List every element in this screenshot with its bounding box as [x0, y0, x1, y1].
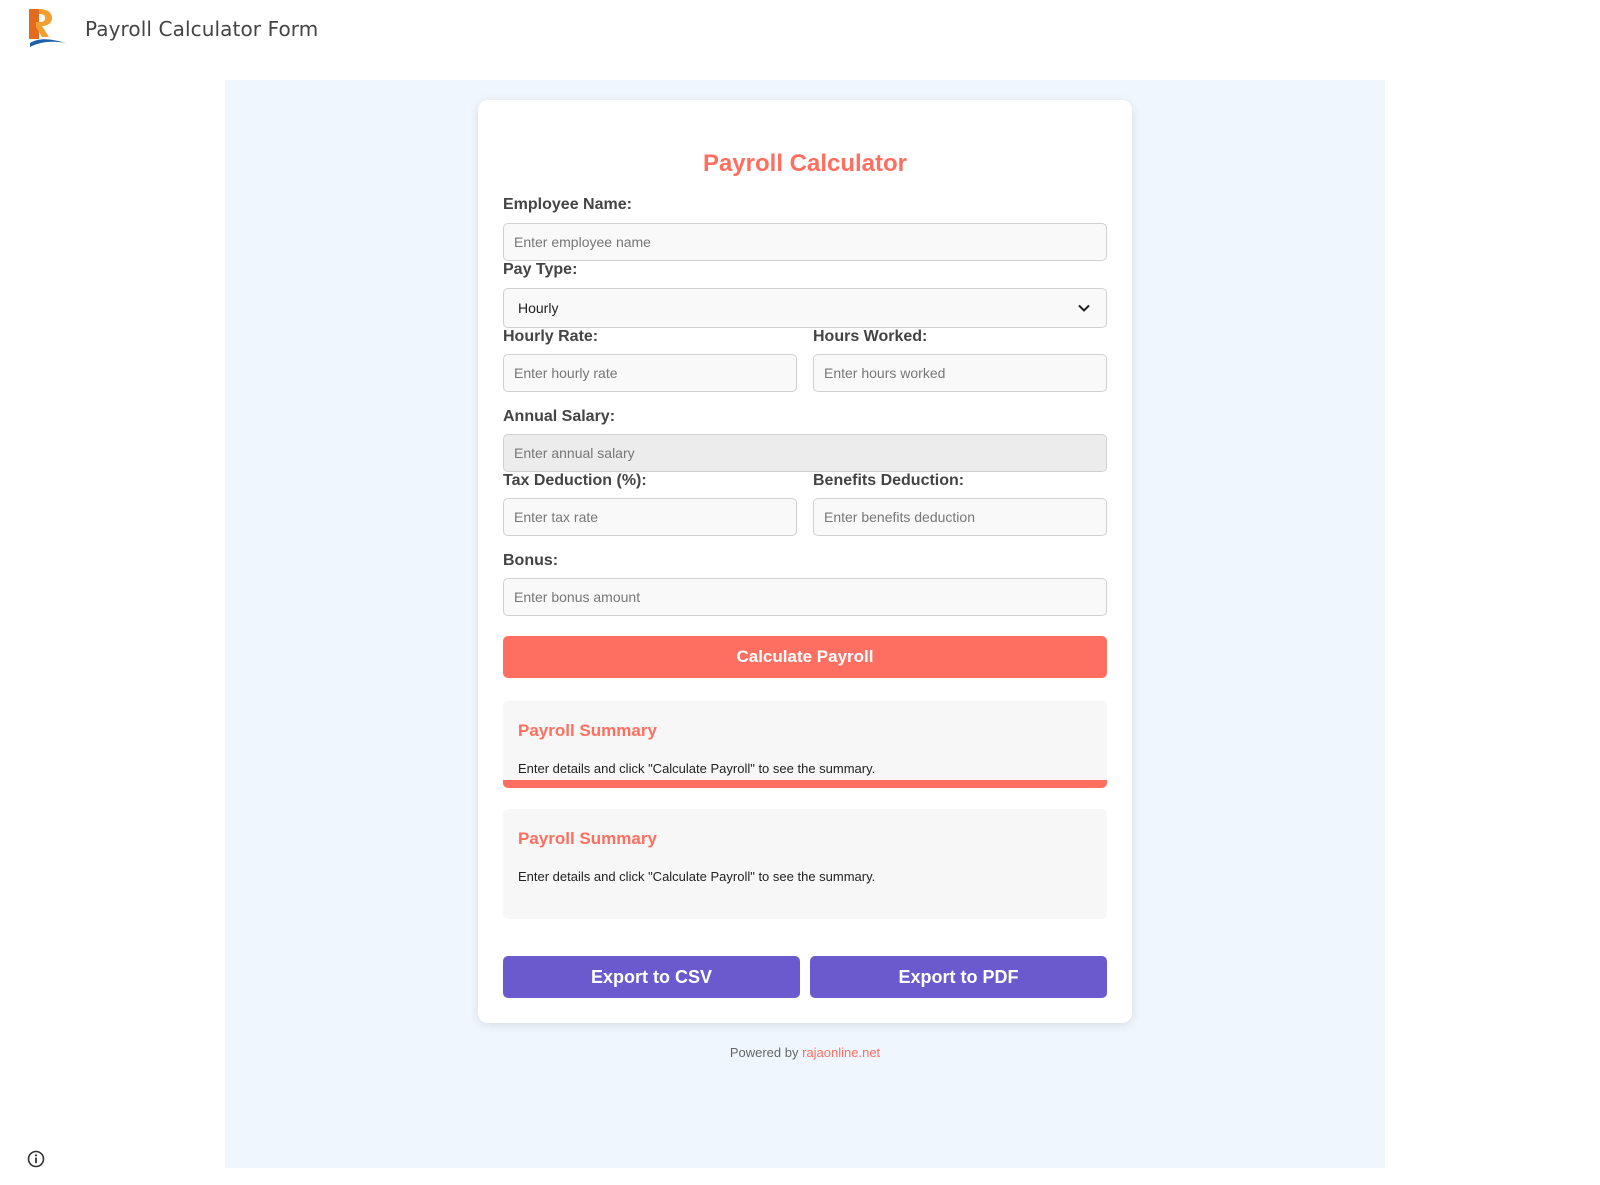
bonus-input[interactable]: [503, 578, 1107, 616]
hours-worked-input[interactable]: [813, 354, 1107, 392]
export-pdf-button[interactable]: Export to PDF: [810, 956, 1107, 998]
app-title: Payroll Calculator Form: [85, 17, 319, 41]
summary-title: Payroll Summary: [518, 721, 657, 740]
benefits-deduction-label: Benefits Deduction:: [813, 472, 965, 489]
top-bar: Payroll Calculator Form: [0, 0, 1600, 60]
summary-title: Payroll Summary: [518, 829, 657, 848]
hourly-rate-input[interactable]: [503, 354, 797, 392]
footer: Powered by rajaonline.net: [478, 1045, 1132, 1060]
form-title: Payroll Calculator: [702, 150, 908, 177]
tax-deduction-input[interactable]: [503, 498, 797, 536]
payroll-summary-panel: Payroll Summary Enter details and click …: [503, 701, 1107, 788]
info-icon[interactable]: [27, 1150, 45, 1168]
footer-prefix: Powered by: [729, 1045, 799, 1060]
calculate-payroll-button[interactable]: Calculate Payroll: [503, 636, 1107, 678]
employee-name-label: Employee Name:: [503, 196, 632, 213]
hours-worked-label: Hours Worked:: [813, 328, 928, 345]
tax-deduction-label: Tax Deduction (%):: [503, 472, 647, 489]
summary-text: Enter details and click "Calculate Payro…: [518, 761, 876, 776]
annual-salary-input: [503, 434, 1107, 472]
export-csv-button[interactable]: Export to CSV: [503, 956, 800, 998]
footer-link[interactable]: rajaonline.net: [802, 1045, 880, 1060]
summary-accent-bar: [503, 780, 1107, 788]
payroll-form-card: Payroll Calculator Employee Name: Pay Ty…: [478, 100, 1132, 1023]
benefits-deduction-input[interactable]: [813, 498, 1107, 536]
pay-type-label: Pay Type:: [503, 261, 578, 278]
summary-text: Enter details and click "Calculate Payro…: [518, 869, 876, 884]
bonus-label: Bonus:: [503, 552, 559, 569]
payroll-summary-panel-secondary: Payroll Summary Enter details and click …: [503, 809, 1107, 919]
brand-logo[interactable]: [26, 7, 68, 49]
hourly-rate-label: Hourly Rate:: [503, 328, 599, 345]
employee-name-input[interactable]: [503, 223, 1107, 261]
annual-salary-label: Annual Salary:: [503, 408, 616, 425]
pay-type-select[interactable]: Hourly: [503, 288, 1107, 328]
